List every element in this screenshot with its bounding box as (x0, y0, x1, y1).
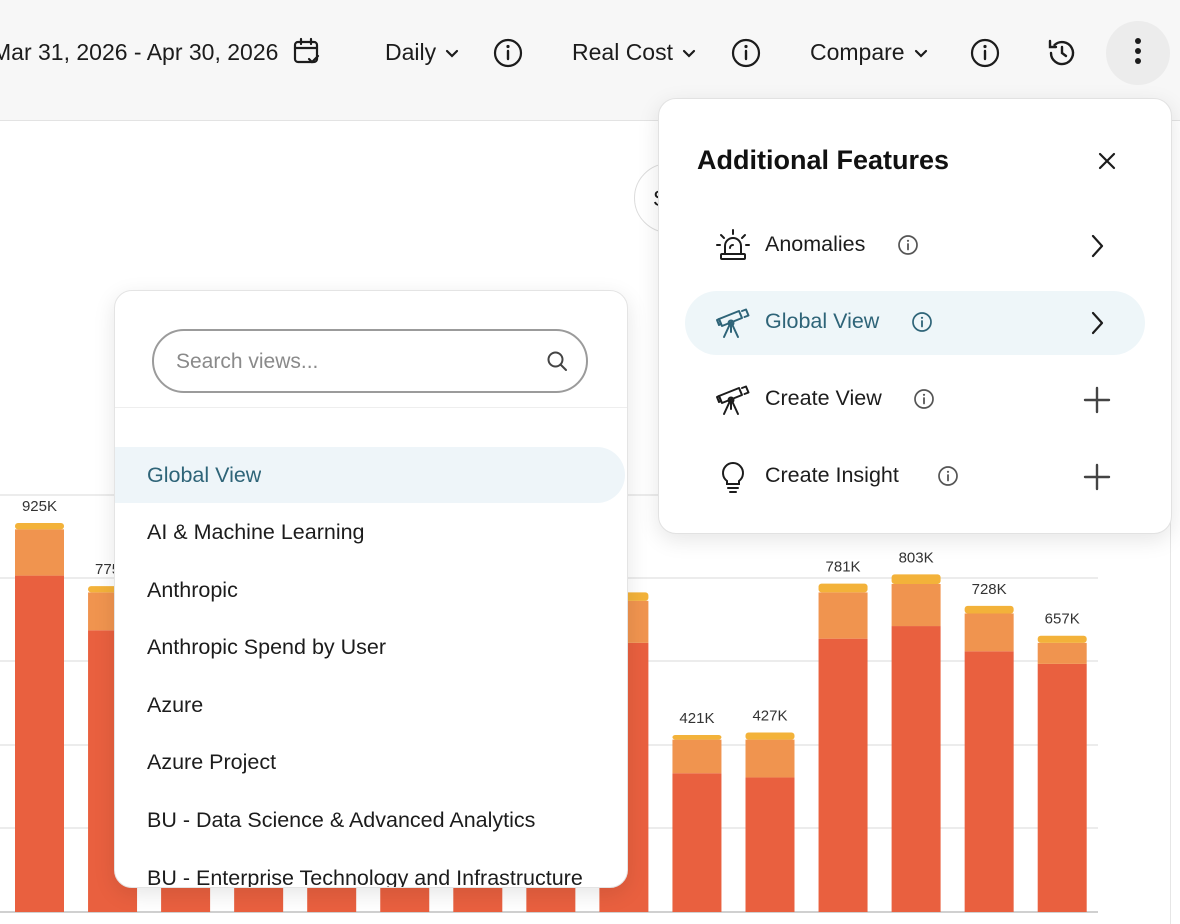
info-icon[interactable] (911, 311, 933, 338)
bar-segment[interactable] (1037, 663, 1087, 912)
bar-segment[interactable] (745, 739, 795, 778)
panel-title: Additional Features (697, 145, 950, 175)
bar-segment[interactable] (891, 584, 941, 627)
search-icon (546, 350, 568, 372)
bar-segment[interactable] (818, 638, 868, 912)
view-item-label: Global View (147, 462, 262, 487)
view-item-bu-enterprise-technology[interactable]: BU - Enterprise Technology and Infrastru… (115, 850, 627, 888)
view-item-ai-machine-learning[interactable]: AI & Machine Learning (115, 504, 627, 560)
view-item-label: Anthropic (147, 577, 238, 602)
views-search-box[interactable] (152, 329, 588, 393)
view-item-label: AI & Machine Learning (147, 519, 365, 544)
bar-value-label: 781K (826, 559, 861, 576)
info-icon[interactable] (897, 234, 919, 261)
info-icon[interactable] (913, 388, 935, 415)
bar-segment[interactable] (818, 583, 868, 593)
view-item-global-view[interactable]: Global View (115, 447, 625, 503)
view-item-label: BU - Enterprise Technology and Infrastru… (147, 865, 583, 888)
bar-segment[interactable] (1037, 642, 1087, 664)
bar-segment[interactable] (1037, 635, 1087, 643)
views-dropdown: Global View AI & Machine Learning Anthro… (114, 290, 628, 888)
bar-segment[interactable] (15, 529, 64, 576)
bar-segment[interactable] (745, 732, 795, 740)
feature-create-view[interactable]: Create View (685, 368, 1145, 432)
bar-segment[interactable] (672, 739, 722, 774)
bar-segment[interactable] (672, 734, 722, 740)
chevron-right-icon (1079, 228, 1115, 264)
bar-segment[interactable] (818, 592, 868, 639)
bar-segment[interactable] (15, 523, 64, 530)
view-item-label: BU - Data Science & Advanced Analytics (147, 807, 536, 832)
bar-value-label: 803K (899, 549, 934, 566)
feature-anomalies[interactable]: Anomalies (685, 214, 1145, 278)
plus-icon[interactable] (1079, 382, 1115, 418)
view-item-label: Anthropic Spend by User (147, 634, 387, 659)
bar-segment[interactable] (964, 605, 1014, 614)
bar-value-label: 728K (972, 581, 1007, 598)
bar-value-label: 427K (752, 707, 787, 724)
feature-label: Global View (765, 309, 880, 333)
telescope-icon (715, 305, 751, 341)
bar-segment[interactable] (745, 777, 795, 912)
telescope-icon (715, 382, 751, 418)
view-item-anthropic[interactable]: Anthropic (115, 562, 627, 618)
chevron-right-icon (1079, 305, 1115, 341)
view-item-anthropic-spend-by-user[interactable]: Anthropic Spend by User (115, 619, 627, 675)
view-item-azure-project[interactable]: Azure Project (115, 734, 627, 790)
bar-segment[interactable] (672, 773, 722, 912)
feature-label: Anomalies (765, 232, 866, 256)
view-item-label: Azure (147, 692, 204, 717)
view-item-bu-data-science[interactable]: BU - Data Science & Advanced Analytics (115, 792, 627, 848)
plus-icon[interactable] (1079, 459, 1115, 495)
views-search-input[interactable] (174, 345, 538, 379)
feature-label: Create View (765, 386, 882, 410)
close-button[interactable] (1093, 149, 1121, 177)
bar-segment[interactable] (964, 651, 1014, 912)
view-item-label: Azure Project (147, 749, 277, 774)
close-icon (1097, 151, 1117, 176)
bar-segment[interactable] (15, 575, 64, 912)
bar-segment[interactable] (891, 626, 941, 912)
siren-icon (715, 228, 751, 264)
feature-create-insight[interactable]: Create Insight (685, 445, 1145, 509)
feature-label: Create Insight (765, 463, 899, 487)
views-search-section (115, 291, 627, 408)
bar-segment[interactable] (964, 613, 1014, 652)
bar-value-label: 421K (679, 710, 714, 727)
bar-value-label: 657K (1045, 611, 1080, 628)
lightbulb-icon (715, 459, 751, 495)
bar-value-label: 925K (22, 498, 57, 515)
info-icon[interactable] (937, 465, 959, 492)
bar-segment[interactable] (891, 574, 941, 585)
additional-features-panel: Additional Features Anomalies Global Vie… (658, 98, 1172, 534)
view-item-azure[interactable]: Azure (115, 677, 627, 733)
feature-global-view[interactable]: Global View (685, 291, 1145, 355)
